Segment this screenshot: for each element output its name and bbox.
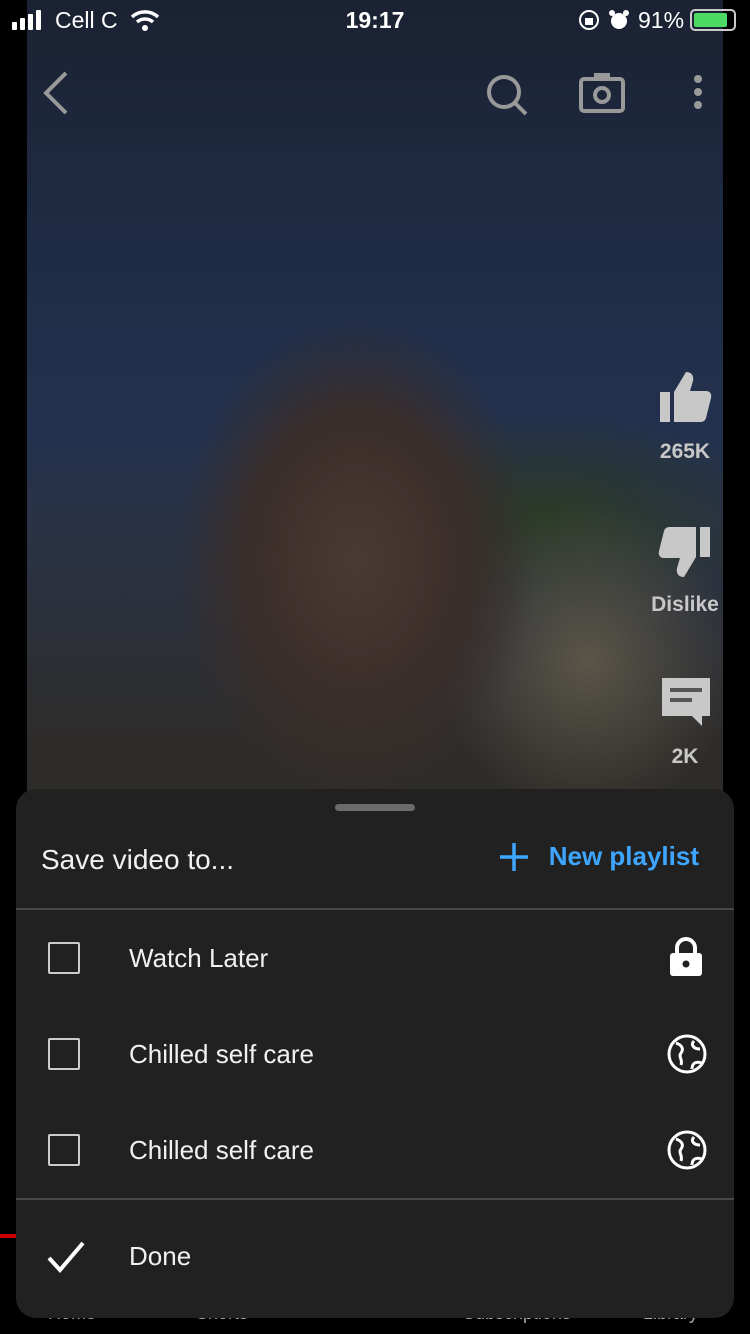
done-label: Done xyxy=(129,1241,192,1271)
more-options-icon[interactable] xyxy=(690,74,706,110)
like-count: 265K xyxy=(659,440,711,463)
done-button[interactable]: Done xyxy=(16,1208,734,1304)
back-icon[interactable] xyxy=(40,70,70,116)
playlist-name: Chilled self care xyxy=(129,1135,314,1165)
checkbox[interactable] xyxy=(48,942,80,974)
checkbox[interactable] xyxy=(48,1134,80,1166)
playlist-row-chilled-self-care[interactable]: Chilled self care xyxy=(16,1102,734,1198)
comment-count: 2K xyxy=(671,745,699,768)
globe-icon xyxy=(667,1034,707,1074)
battery-icon xyxy=(690,9,736,31)
lock-icon xyxy=(670,937,702,976)
comments-icon[interactable] xyxy=(660,676,712,728)
dislike-label: Dislike xyxy=(651,593,719,616)
checkmark-icon xyxy=(47,1241,85,1274)
search-icon[interactable] xyxy=(484,72,530,118)
playlist-row-watch-later[interactable]: Watch Later xyxy=(16,910,734,1006)
playlist-row-chilled-self-care[interactable]: Chilled self care xyxy=(16,1006,734,1102)
save-to-playlist-sheet: Save video to... New playlist Watch Late… xyxy=(16,789,734,1318)
new-playlist-button[interactable]: New playlist xyxy=(499,841,699,872)
dislike-icon[interactable] xyxy=(658,525,712,579)
plus-icon xyxy=(499,842,528,871)
new-playlist-label: New playlist xyxy=(548,841,699,871)
divider xyxy=(16,1198,734,1200)
drag-handle[interactable] xyxy=(335,804,415,811)
battery-percent: 91% xyxy=(638,7,685,33)
sheet-title: Save video to... xyxy=(41,844,235,875)
like-icon[interactable] xyxy=(658,370,712,424)
alarm-icon xyxy=(609,10,629,29)
checkbox[interactable] xyxy=(48,1038,80,1070)
status-bar: Cell C 19:17 91% xyxy=(0,0,750,40)
playlist-name: Watch Later xyxy=(129,943,269,973)
rotation-lock-icon xyxy=(579,10,599,30)
globe-icon xyxy=(667,1130,707,1170)
camera-icon[interactable] xyxy=(578,70,626,114)
playlist-name: Chilled self care xyxy=(129,1039,314,1069)
